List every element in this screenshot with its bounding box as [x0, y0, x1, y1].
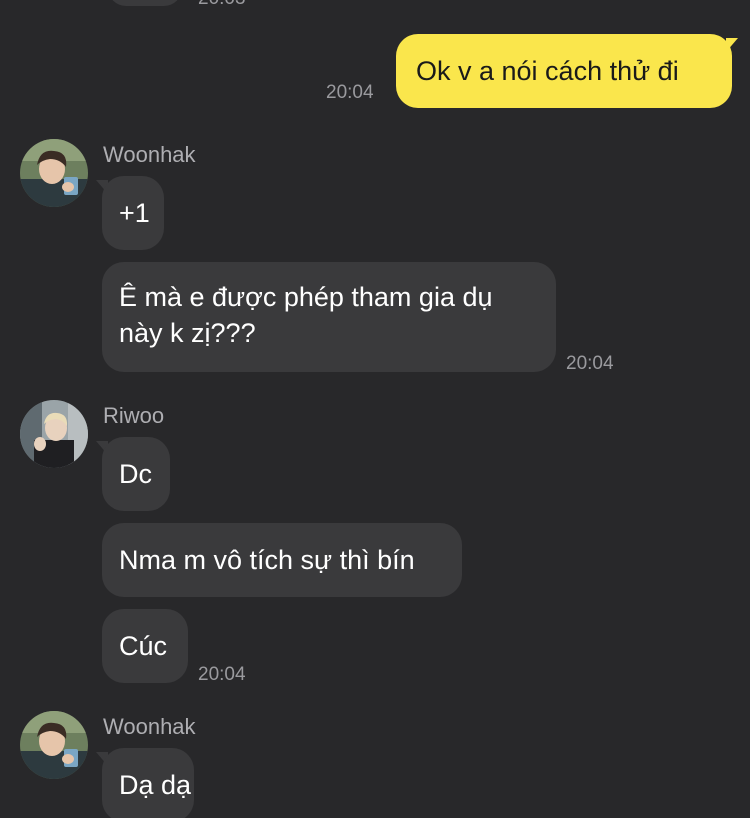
message-text: Cúc: [119, 631, 168, 661]
sender-name: Riwoo: [103, 403, 165, 428]
incoming-message-bubble[interactable]: Dạ dạ: [102, 748, 194, 818]
previous-message-bubble[interactable]: [108, 0, 182, 6]
sender-name: Woonhak: [103, 714, 196, 739]
message-text: Dạ dạ: [119, 770, 192, 800]
bubble-tail: [726, 38, 738, 52]
incoming-message-bubble[interactable]: Cúc: [102, 609, 188, 683]
avatar-woonhak[interactable]: [20, 139, 88, 207]
avatar-riwoo[interactable]: [20, 400, 88, 468]
message-text: Dc: [119, 459, 152, 489]
message-time: 20:04: [566, 353, 614, 374]
message-time: 20:04: [198, 664, 246, 685]
avatar-woonhak[interactable]: [20, 711, 88, 779]
message-text: +1: [119, 198, 150, 228]
chat-thread: 20:03 20:04 Ok v a nói cách thử đi Woonh…: [0, 0, 750, 818]
sender-name: Woonhak: [103, 142, 196, 167]
incoming-message-bubble[interactable]: Dc: [102, 437, 170, 511]
incoming-message-bubble[interactable]: Nma m vô tích sự thì bín: [102, 523, 462, 597]
incoming-message-bubble[interactable]: +1: [102, 176, 164, 250]
message-text: Ok v a nói cách thử đi: [416, 56, 679, 86]
previous-message-time: 20:03: [198, 0, 246, 10]
message-time: 20:04: [326, 82, 374, 103]
message-text: Nma m vô tích sự thì bín: [119, 545, 415, 575]
outgoing-message-bubble[interactable]: Ok v a nói cách thử đi: [396, 34, 732, 108]
message-text: Ê mà e được phép tham gia dụ này k zị???: [119, 282, 493, 348]
incoming-message-bubble[interactable]: Ê mà e được phép tham gia dụ này k zị???: [102, 262, 556, 372]
